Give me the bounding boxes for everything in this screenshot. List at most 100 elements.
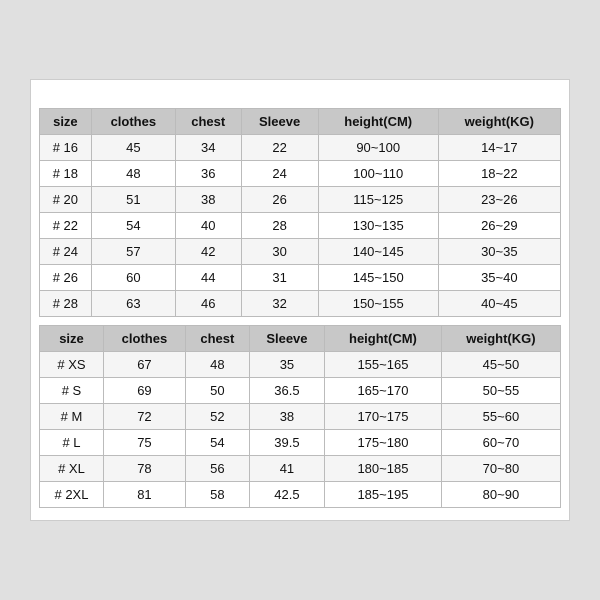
table-cell: 72 [103,404,185,430]
table1-header: sizeclotheschestSleeveheight(CM)weight(K… [40,109,561,135]
table-row: # 18483624100~11018~22 [40,161,561,187]
table-cell: # 20 [40,187,92,213]
table-cell: 115~125 [318,187,438,213]
chart-title [39,90,561,108]
table1-header-cell: height(CM) [318,109,438,135]
table-row: # 20513826115~12523~26 [40,187,561,213]
table1-header-cell: clothes [91,109,175,135]
table-cell: 60~70 [441,430,560,456]
table-cell: 70~80 [441,456,560,482]
table-cell: 81 [103,482,185,508]
table-row: # 28634632150~15540~45 [40,291,561,317]
table-row: # 1645342290~10014~17 [40,135,561,161]
table-cell: # 18 [40,161,92,187]
table-cell: # L [40,430,104,456]
table-cell: 51 [91,187,175,213]
table-cell: 42 [175,239,241,265]
table-cell: 170~175 [325,404,442,430]
table2-header: sizeclotheschestSleeveheight(CM)weight(K… [40,326,561,352]
size-table-2: sizeclotheschestSleeveheight(CM)weight(K… [39,325,561,508]
table-cell: 45 [91,135,175,161]
table-cell: 63 [91,291,175,317]
table1-header-cell: chest [175,109,241,135]
table-cell: 44 [175,265,241,291]
table-cell: 36 [175,161,241,187]
table-cell: 36.5 [249,378,324,404]
table-cell: 45~50 [441,352,560,378]
table-row: # 26604431145~15035~40 [40,265,561,291]
table-cell: # XS [40,352,104,378]
table-cell: 14~17 [438,135,560,161]
table-cell: 40~45 [438,291,560,317]
table-cell: 30~35 [438,239,560,265]
table-cell: 130~135 [318,213,438,239]
table-cell: 31 [241,265,318,291]
table-cell: 18~22 [438,161,560,187]
table-cell: # M [40,404,104,430]
table-cell: 155~165 [325,352,442,378]
table-cell: 80~90 [441,482,560,508]
table-cell: 39.5 [249,430,324,456]
table-cell: 35~40 [438,265,560,291]
table-cell: 50~55 [441,378,560,404]
table-cell: 41 [249,456,324,482]
table2-header-cell: clothes [103,326,185,352]
table-cell: 54 [185,430,249,456]
table2-header-cell: Sleeve [249,326,324,352]
table-cell: 30 [241,239,318,265]
table1-body: # 1645342290~10014~17# 18483624100~11018… [40,135,561,317]
table-cell: # 26 [40,265,92,291]
table-cell: 48 [185,352,249,378]
table-cell: 35 [249,352,324,378]
table-cell: 67 [103,352,185,378]
table-cell: 28 [241,213,318,239]
table-cell: 22 [241,135,318,161]
table-cell: # XL [40,456,104,482]
table-cell: # S [40,378,104,404]
table2-header-cell: size [40,326,104,352]
table-row: # 2XL815842.5185~19580~90 [40,482,561,508]
table1-header-cell: size [40,109,92,135]
table-row: # XS674835155~16545~50 [40,352,561,378]
table-cell: 75 [103,430,185,456]
table-cell: 46 [175,291,241,317]
table-row: # S695036.5165~17050~55 [40,378,561,404]
table-cell: 140~145 [318,239,438,265]
table-cell: 69 [103,378,185,404]
table-cell: 145~150 [318,265,438,291]
table-gap [39,317,561,325]
table-cell: 57 [91,239,175,265]
table-cell: 34 [175,135,241,161]
table-cell: 38 [175,187,241,213]
table-cell: 60 [91,265,175,291]
table-row: # M725238170~17555~60 [40,404,561,430]
table1-header-cell: Sleeve [241,109,318,135]
table-cell: 165~170 [325,378,442,404]
table-cell: 50 [185,378,249,404]
table-cell: 26 [241,187,318,213]
table-cell: 38 [249,404,324,430]
table-row: # 24574230140~14530~35 [40,239,561,265]
table-cell: 185~195 [325,482,442,508]
table-cell: # 24 [40,239,92,265]
table-cell: 55~60 [441,404,560,430]
table-cell: 32 [241,291,318,317]
table-cell: 175~180 [325,430,442,456]
table-cell: 48 [91,161,175,187]
table-cell: # 2XL [40,482,104,508]
table-row: # L755439.5175~18060~70 [40,430,561,456]
size-chart-card: sizeclotheschestSleeveheight(CM)weight(K… [30,79,570,521]
table-cell: 24 [241,161,318,187]
table2-header-cell: chest [185,326,249,352]
size-table-1: sizeclotheschestSleeveheight(CM)weight(K… [39,108,561,317]
table-row: # XL785641180~18570~80 [40,456,561,482]
table-cell: 23~26 [438,187,560,213]
table-cell: # 16 [40,135,92,161]
table-cell: 40 [175,213,241,239]
table-cell: 54 [91,213,175,239]
table-cell: # 28 [40,291,92,317]
table-row: # 22544028130~13526~29 [40,213,561,239]
table1-header-cell: weight(KG) [438,109,560,135]
table-cell: 42.5 [249,482,324,508]
table2-header-cell: weight(KG) [441,326,560,352]
